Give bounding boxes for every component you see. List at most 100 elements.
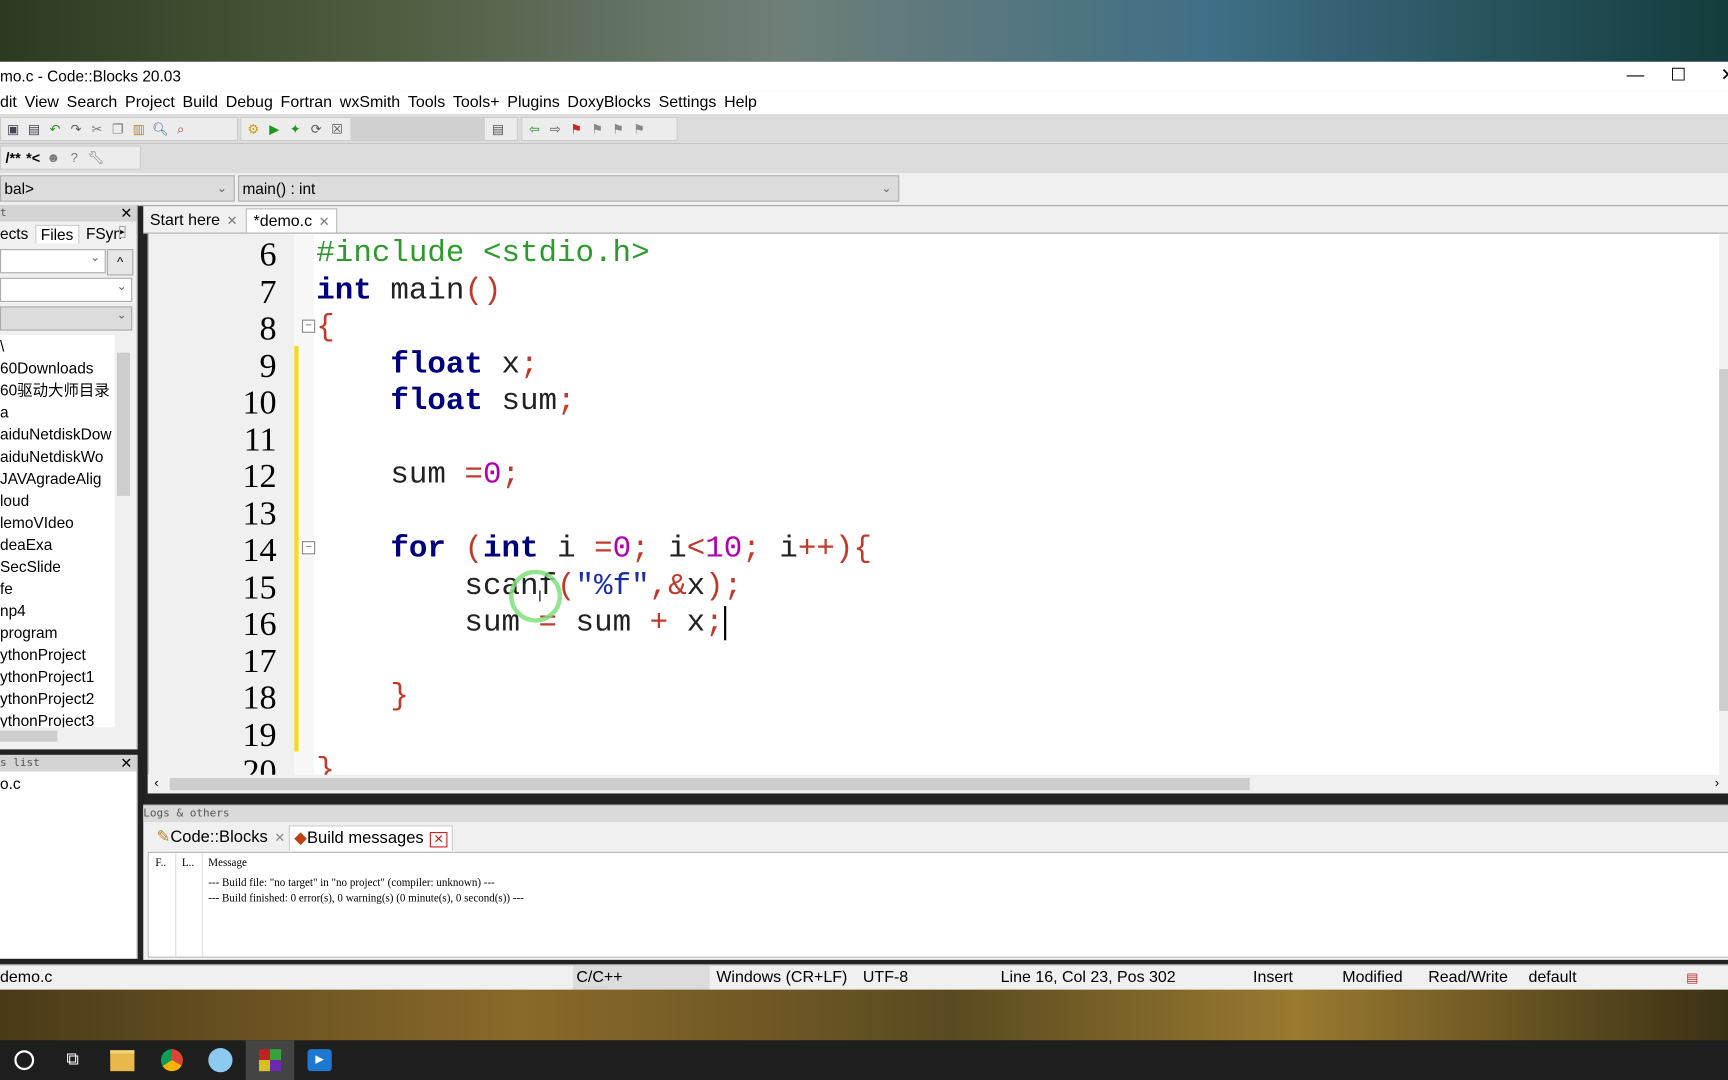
menu-debug[interactable]: Debug — [226, 91, 281, 114]
help-icon[interactable]: ? — [67, 150, 82, 165]
editor-hscrollbar[interactable]: ‹ › — [147, 774, 1728, 794]
code-line[interactable]: } — [316, 754, 335, 776]
fold-icon[interactable]: − — [301, 541, 316, 555]
tab-scroll-right-icon[interactable]: ▸ — [119, 225, 126, 239]
close-icon[interactable]: ✕ — [120, 205, 132, 222]
column-header-file[interactable]: F.. — [155, 857, 166, 869]
tab-build-messages[interactable]: ◆Build messages ✕ — [288, 825, 453, 851]
menu-settings[interactable]: Settings — [659, 91, 724, 114]
bookmark-prev-icon[interactable]: ⚑ — [590, 121, 605, 136]
file-item[interactable]: 60驱动大师目录 — [0, 379, 115, 401]
run-icon[interactable]: ▶ — [267, 121, 282, 136]
column-header-line[interactable]: L.. — [182, 857, 194, 869]
show-log-icon[interactable]: ▤ — [490, 121, 505, 136]
find-icon[interactable]: 🔍︎ — [152, 121, 169, 136]
file-item[interactable]: SecSlide — [0, 555, 115, 577]
save-icon[interactable]: ▣ — [6, 121, 21, 136]
maximize-button[interactable]: ☐ — [1656, 64, 1700, 88]
menu-project[interactable]: Project — [125, 91, 182, 114]
menu-plugins[interactable]: Plugins — [507, 91, 567, 114]
doxy-line-comment-button[interactable]: *< — [26, 149, 40, 166]
file-item[interactable]: aiduNetdiskWo — [0, 445, 115, 467]
code-line[interactable]: int main() — [316, 274, 501, 308]
column-header-message[interactable]: Message — [208, 857, 247, 869]
file-explorer-icon[interactable] — [98, 1040, 146, 1080]
file-item[interactable]: ythonProject3 — [0, 710, 115, 727]
function-dropdown[interactable]: main() : int ⌄ — [238, 175, 900, 202]
file-item[interactable]: a — [0, 401, 115, 423]
file-item[interactable]: deaExa — [0, 533, 115, 555]
close-icon[interactable]: ✕ — [430, 832, 448, 848]
fold-icon[interactable]: − — [301, 319, 316, 333]
file-item[interactable]: JAVAgradeAlig — [0, 467, 115, 489]
code-line[interactable]: float sum; — [316, 385, 575, 419]
close-icon[interactable]: ✕ — [274, 830, 285, 845]
doxywizard-icon[interactable]: ☻ — [46, 150, 61, 165]
tab-codeblocks-log[interactable]: ✎Code::Blocks ✕ — [152, 825, 290, 849]
save-all-icon[interactable]: ▤ — [26, 121, 41, 136]
file-tree-scrollbar[interactable] — [114, 335, 133, 728]
menu-view[interactable]: View — [25, 91, 67, 114]
file-item[interactable]: ythonProject1 — [0, 666, 115, 688]
wrench-icon[interactable]: 🔧︎ — [87, 150, 104, 165]
bookmark-clear-icon[interactable]: ⚑ — [631, 121, 646, 136]
back-icon[interactable]: ⇦ — [527, 121, 542, 136]
forward-icon[interactable]: ⇨ — [548, 121, 563, 136]
file-item[interactable]: fe — [0, 577, 115, 599]
copy-icon[interactable]: ❐ — [110, 121, 125, 136]
chrome-icon[interactable] — [148, 1040, 196, 1080]
scroll-right-icon[interactable]: › — [1715, 775, 1719, 790]
code-line[interactable]: { — [316, 311, 335, 345]
scroll-left-icon[interactable]: ‹ — [154, 775, 158, 790]
rebuild-icon[interactable]: ⟳ — [309, 121, 324, 136]
cut-icon[interactable]: ✂ — [89, 121, 104, 136]
replace-icon[interactable]: ⌕ — [173, 121, 188, 136]
build-gear-icon[interactable]: ⚙ — [246, 121, 261, 136]
scope-dropdown[interactable]: bal> ⌄ — [0, 175, 235, 202]
tab-files[interactable]: Files — [35, 224, 79, 244]
scroll-thumb[interactable] — [0, 730, 58, 742]
file-tree-hscrollbar[interactable] — [0, 727, 133, 745]
video-app-icon[interactable]: ▶ — [295, 1040, 343, 1080]
search-icon[interactable] — [0, 1040, 48, 1080]
scroll-thumb[interactable] — [116, 352, 131, 496]
file-item[interactable]: np4 — [0, 600, 115, 622]
code-line[interactable]: } — [316, 680, 409, 714]
file-item[interactable]: \ — [0, 335, 115, 357]
tab-start-here[interactable]: Start here ✕ — [143, 208, 244, 232]
code-line[interactable]: sum =0; — [316, 458, 520, 492]
undo-icon[interactable]: ↶ — [47, 121, 62, 136]
code-editor[interactable]: − − 6 7 8 9 10 11 12 13 14 15 16 17 18 19 20 #include <… — [147, 233, 1728, 776]
build-target-select[interactable] — [350, 117, 485, 140]
menu-doxyblocks[interactable]: DoxyBlocks — [567, 91, 658, 114]
close-icon[interactable]: ✕ — [120, 755, 132, 772]
menu-help[interactable]: Help — [724, 91, 765, 114]
task-view-icon[interactable]: ⧉ — [48, 1040, 96, 1080]
menu-search[interactable]: Search — [67, 91, 125, 114]
path-combo[interactable]: ⌄ — [0, 249, 106, 274]
close-icon[interactable]: ✕ — [227, 213, 238, 228]
menu-tools[interactable]: Tools — [408, 91, 453, 114]
close-button[interactable]: ✕ — [1706, 64, 1728, 88]
wildcard-combo[interactable]: ⌄ — [0, 306, 133, 331]
open-file-item[interactable]: o.c — [0, 771, 137, 793]
file-item[interactable]: ythonProject — [0, 644, 115, 666]
menu-edit[interactable]: dit — [0, 91, 25, 114]
paste-icon[interactable]: ▥ — [131, 121, 146, 136]
codeblocks-icon[interactable] — [245, 1040, 295, 1080]
code-line[interactable]: #include <stdio.h> — [316, 237, 649, 271]
menu-tools-plus[interactable]: Tools+ — [453, 91, 507, 114]
scroll-thumb[interactable] — [1719, 369, 1728, 711]
up-folder-button[interactable]: ^ — [106, 249, 134, 276]
tab-projects[interactable]: ects — [0, 225, 28, 243]
tab-demo-c[interactable]: *demo.c ✕ — [245, 208, 338, 233]
tab-fsymbols[interactable]: FSyn — [86, 225, 122, 243]
file-item[interactable]: loud — [0, 489, 115, 511]
menu-fortran[interactable]: Fortran — [281, 91, 340, 114]
filter-combo[interactable]: ⌄ — [0, 277, 133, 302]
code-line[interactable]: for (int i =0; i<10; i++){ — [316, 532, 872, 566]
file-item[interactable]: ythonProject2 — [0, 688, 115, 710]
file-item[interactable]: lemoVIdeo — [0, 511, 115, 533]
redo-icon[interactable]: ↷ — [68, 121, 83, 136]
scroll-thumb[interactable] — [169, 778, 1250, 791]
